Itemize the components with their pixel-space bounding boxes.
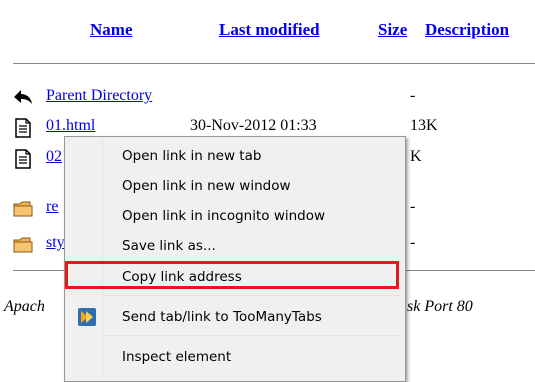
menu-item-label: Open link in new tab [122,148,262,164]
divider-top [13,63,535,64]
file-date: 30-Nov-2012 01:33 [190,117,317,134]
text-file-icon [15,118,31,138]
file-link[interactable]: 01.html [46,117,95,135]
parent-directory-link[interactable]: Parent Directory [46,87,152,105]
menu-item-save-link-as[interactable]: Save link as... [67,233,401,259]
menu-item-open-incognito[interactable]: Open link in incognito window [67,203,401,229]
menu-item-label: Copy link address [122,269,242,285]
file-size: - [410,87,416,104]
menu-item-label: Open link in incognito window [122,208,326,224]
file-size: K [410,148,422,165]
folder-link[interactable]: re [46,198,58,216]
menu-item-open-new-window[interactable]: Open link in new window [67,173,401,199]
menu-item-label: Inspect element [122,349,232,365]
list-item-parent-directory: Parent Directory - [13,86,535,108]
menu-item-label: Save link as... [122,238,216,254]
file-size: - [410,234,416,251]
menu-separator [104,335,401,336]
menu-item-label: Open link in new window [122,178,291,194]
file-link[interactable]: 02 [46,148,62,166]
server-signature-left: Apach [4,298,45,315]
folder-link[interactable]: sty [46,234,65,252]
back-arrow-icon [14,90,32,104]
folder-icon [13,201,33,217]
column-header-name[interactable]: Name [90,20,132,40]
menu-separator [104,295,401,296]
menu-item-label: Send tab/link to TooManyTabs [122,309,322,325]
context-menu: Open link in new tab Open link in new wi… [64,136,406,382]
text-file-icon [15,149,31,169]
menu-item-send-to-toomanytabs[interactable]: Send tab/link to TooManyTabs [67,304,401,330]
menu-item-open-new-tab[interactable]: Open link in new tab [67,143,401,169]
list-item-file: 01.html 30-Nov-2012 01:33 13K [13,116,535,138]
file-size: 13K [410,117,438,134]
column-header-last-modified[interactable]: Last modified [219,20,320,40]
column-header-size[interactable]: Size [378,20,407,40]
file-size: - [410,198,416,215]
column-header-description[interactable]: Description [425,20,509,40]
menu-item-copy-link-address[interactable]: Copy link address [65,261,401,290]
menu-item-inspect-element[interactable]: Inspect element [67,344,401,370]
server-signature-right: sk Port 80 [407,298,473,315]
folder-icon [13,237,33,253]
toomanytabs-icon [78,308,96,326]
